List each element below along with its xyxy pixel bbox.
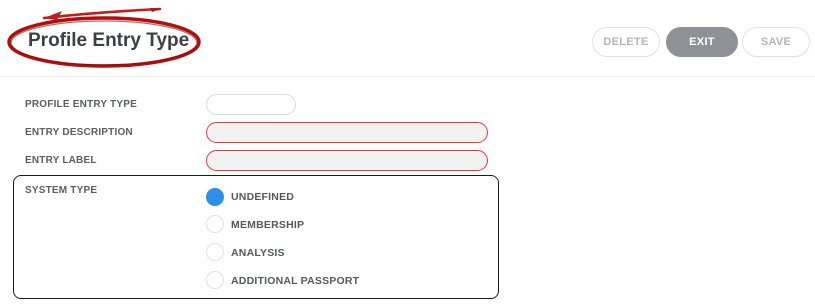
radio-undefined[interactable] xyxy=(206,188,224,206)
system-type-label: SYSTEM TYPE xyxy=(25,185,98,196)
radio-label-analysis: ANALYSIS xyxy=(231,247,285,259)
profile-entry-type-label: PROFILE ENTRY TYPE xyxy=(25,99,137,110)
entry-label-input[interactable] xyxy=(206,150,488,171)
header-divider xyxy=(0,76,815,77)
entry-label-label: ENTRY LABEL xyxy=(25,155,97,166)
radio-label-membership: MEMBERSHIP xyxy=(231,219,305,231)
exit-button[interactable]: EXIT xyxy=(666,27,738,57)
radio-additional-passport[interactable] xyxy=(206,271,224,289)
entry-description-input[interactable] xyxy=(206,122,488,143)
radio-label-undefined: UNDEFINED xyxy=(231,191,295,203)
profile-entry-type-input[interactable] xyxy=(206,94,296,115)
radio-label-additional-passport: ADDITIONAL PASSPORT xyxy=(231,275,360,287)
save-button[interactable]: SAVE xyxy=(742,27,810,57)
entry-description-label: ENTRY DESCRIPTION xyxy=(25,127,133,138)
delete-button[interactable]: DELETE xyxy=(592,27,660,57)
radio-membership[interactable] xyxy=(206,215,224,233)
annotation-ellipse-icon xyxy=(7,7,201,68)
radio-analysis[interactable] xyxy=(206,243,224,261)
